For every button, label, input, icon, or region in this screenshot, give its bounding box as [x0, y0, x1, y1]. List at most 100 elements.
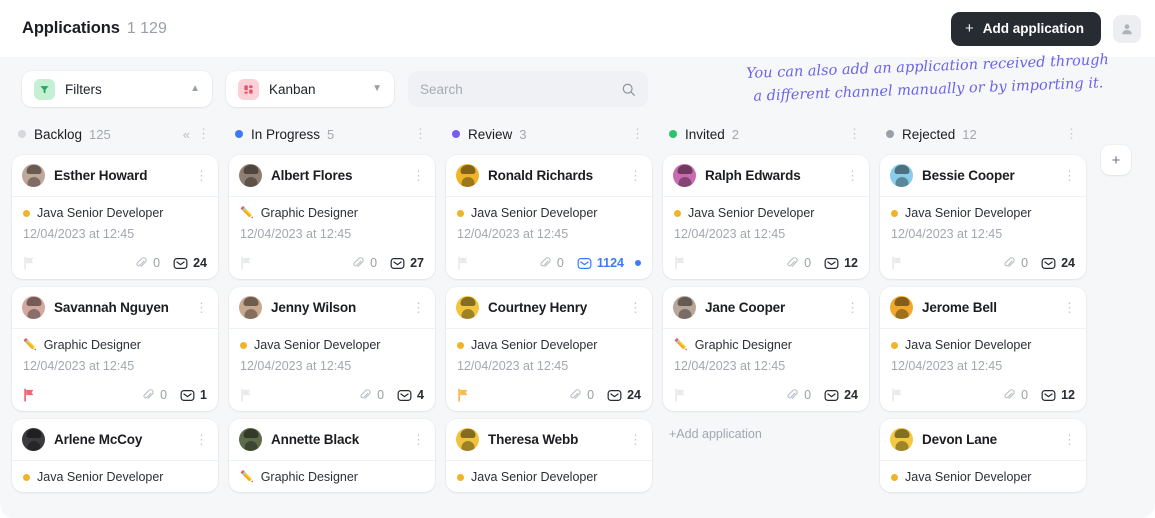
application-card[interactable]: Ralph Edwards ⋮ Java Senior Developer 12/04… [663, 155, 869, 279]
application-card[interactable]: Albert Flores ⋮ ✏️ Graphic Designer 12/04/20… [229, 155, 435, 279]
flag-icon[interactable] [457, 256, 470, 270]
view-mode-dropdown[interactable]: Kanban ▼ [226, 71, 394, 107]
search-box[interactable] [408, 71, 648, 107]
messages-metric: 24 [1041, 256, 1075, 270]
card-kebab-menu-icon[interactable]: ⋮ [842, 168, 863, 184]
flag-icon[interactable] [674, 256, 687, 270]
card-kebab-menu-icon[interactable]: ⋮ [408, 300, 429, 316]
card-date: 12/04/2023 at 12:45 [23, 359, 135, 373]
column-kebab-menu-icon[interactable]: ⋮ [193, 126, 214, 142]
card-kebab-menu-icon[interactable]: ⋮ [191, 432, 212, 448]
flag-icon[interactable] [240, 388, 253, 402]
role-row: Java Senior Developer [457, 338, 641, 352]
application-card[interactable]: Devon Lane ⋮ Java Senior Developer [880, 419, 1086, 492]
flag-icon[interactable] [23, 256, 36, 270]
messages-count: 4 [417, 388, 424, 402]
flag-icon[interactable] [240, 256, 253, 270]
flag-icon[interactable] [891, 388, 904, 402]
application-card[interactable]: Theresa Webb ⋮ Java Senior Developer [446, 419, 652, 492]
attachments-count: 0 [1021, 256, 1029, 270]
card-footer: 0 24 [663, 381, 869, 411]
add-column-button[interactable]: + [1101, 145, 1131, 175]
column-count: 5 [327, 126, 335, 142]
collapse-left-icon[interactable]: « [180, 128, 193, 141]
card-kebab-menu-icon[interactable]: ⋮ [408, 168, 429, 184]
chevron-up-icon: ▲ [190, 83, 200, 94]
card-date: 12/04/2023 at 12:45 [457, 359, 569, 373]
column-status-dot [669, 130, 677, 138]
attachments-count: 0 [377, 388, 385, 402]
role-label: Java Senior Developer [37, 206, 164, 220]
avatar-face [895, 441, 908, 451]
card-footer: 01 [12, 381, 218, 411]
card-footer: 0 12 [880, 381, 1086, 411]
application-card[interactable]: Arlene McCoy ⋮ Java Senior Developer [12, 419, 218, 492]
card-date: 12/04/2023 at 12:45 [23, 227, 135, 241]
card-footer: 0 27 [229, 249, 435, 279]
card-kebab-menu-icon[interactable]: ⋮ [1059, 432, 1080, 448]
role-label: Java Senior Developer [905, 470, 1032, 484]
messages-metric: 12 [824, 256, 858, 270]
attachments-metric: 0 [135, 256, 160, 270]
attachment-icon [136, 256, 147, 267]
account-avatar-button[interactable] [1113, 14, 1141, 43]
attachment-icon [1004, 388, 1015, 399]
column-kebab-menu-icon[interactable]: ⋮ [844, 126, 865, 142]
application-card[interactable]: Ronald Richards ⋮ Java Senior Developer 12/… [446, 155, 652, 279]
messages-count: 1124 [596, 256, 624, 270]
role-row: Java Senior Developer [23, 470, 207, 484]
messages-count: 27 [410, 256, 424, 270]
messages-metric: 27 [390, 256, 424, 270]
kanban-column-in-progress: In Progress 5 ⋮ Albert Flores ⋮ ✏️ Graphic Des… [229, 121, 435, 492]
column-kebab-menu-icon[interactable]: ⋮ [410, 126, 431, 142]
role-label: Java Senior Developer [254, 338, 381, 352]
view-mode-label: Kanban [269, 81, 316, 97]
avatar-hair [243, 297, 258, 306]
role-label: Java Senior Developer [37, 470, 164, 484]
card-kebab-menu-icon[interactable]: ⋮ [408, 432, 429, 448]
add-application-button[interactable]: + Add application [950, 11, 1101, 46]
application-card[interactable]: Annette Black ⋮ ✏️ Graphic Designer [229, 419, 435, 492]
page-header: Applications 1 129 + Add application [0, 0, 1155, 57]
message-icon [577, 257, 592, 269]
card-kebab-menu-icon[interactable]: ⋮ [625, 432, 646, 448]
card-kebab-menu-icon[interactable]: ⋮ [842, 300, 863, 316]
kanban-column-backlog: Backlog 125 «⋮ Esther Howard ⋮ Java Senior De… [12, 121, 218, 492]
attachments-count: 0 [587, 388, 595, 402]
column-status-dot [18, 130, 26, 138]
role-status-dot [457, 473, 464, 481]
attachment-icon [353, 256, 364, 267]
card-kebab-menu-icon[interactable]: ⋮ [1059, 168, 1080, 184]
card-body: Java Senior Developer 12/04/2023 at 12:45 [880, 197, 1086, 249]
application-card[interactable]: Savannah Nguyen ⋮ ✏️ Graphic Designer 12/04/… [12, 287, 218, 411]
card-kebab-menu-icon[interactable]: ⋮ [625, 300, 646, 316]
application-card[interactable]: Bessie Cooper ⋮ Java Senior Developer 12/04… [880, 155, 1086, 279]
column-kebab-menu-icon[interactable]: ⋮ [627, 126, 648, 142]
application-card[interactable]: Jenny Wilson ⋮ Java Senior Developer 12/04/… [229, 287, 435, 411]
role-status-dot [891, 209, 898, 217]
avatar [239, 296, 262, 319]
flag-icon[interactable] [23, 388, 36, 402]
card-body: Java Senior Developer [12, 461, 218, 492]
application-card[interactable]: Esther Howard ⋮ Java Senior Developer 12/04… [12, 155, 218, 279]
column-kebab-menu-icon[interactable]: ⋮ [1061, 126, 1082, 142]
card-date: 12/04/2023 at 12:45 [891, 227, 1003, 241]
avatar [22, 164, 45, 187]
card-kebab-menu-icon[interactable]: ⋮ [625, 168, 646, 184]
card-kebab-menu-icon[interactable]: ⋮ [191, 300, 212, 316]
candidate-name: Annette Black [271, 432, 360, 447]
card-kebab-menu-icon[interactable]: ⋮ [191, 168, 212, 184]
add-application-link[interactable]: +Add application [663, 419, 869, 441]
application-card[interactable]: Jerome Bell ⋮ Java Senior Developer 12/04/2… [880, 287, 1086, 411]
attachments-metric: 0 [142, 388, 167, 402]
search-input[interactable] [420, 81, 621, 97]
flag-icon[interactable] [891, 256, 904, 270]
filters-dropdown[interactable]: Filters ▲ [22, 71, 212, 107]
message-icon [1041, 389, 1056, 401]
flag-icon[interactable] [457, 388, 470, 402]
column-cards: Ronald Richards ⋮ Java Senior Developer 12/… [446, 155, 652, 492]
application-card[interactable]: Jane Cooper ⋮ ✏️ Graphic Designer 12/04/2023… [663, 287, 869, 411]
card-kebab-menu-icon[interactable]: ⋮ [1059, 300, 1080, 316]
application-card[interactable]: Courtney Henry ⋮ Java Senior Developer 12/0… [446, 287, 652, 411]
flag-icon[interactable] [674, 388, 687, 402]
